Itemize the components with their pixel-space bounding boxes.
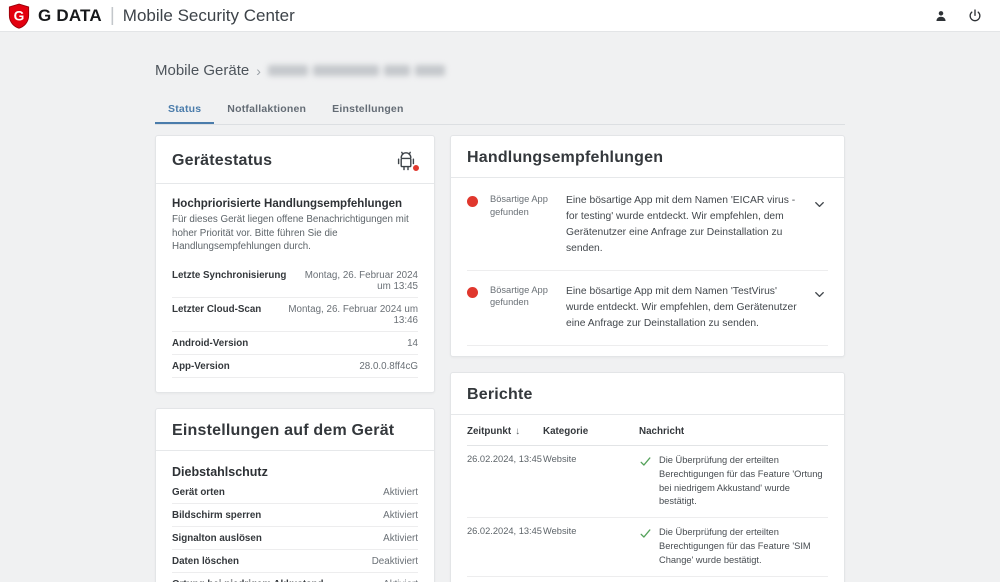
recommendations-list: Bösartige App gefunden Eine bösartige Ap… bbox=[451, 178, 844, 356]
column-header-nachricht: Nachricht bbox=[639, 426, 828, 437]
gdata-logo-icon: G bbox=[8, 3, 30, 29]
breadcrumb-separator: › bbox=[256, 63, 261, 79]
recommendation-category: Bösartige App gefunden bbox=[490, 284, 554, 332]
setting-row-label: Signalton auslösen bbox=[172, 533, 262, 544]
android-device-icon bbox=[394, 149, 418, 173]
svg-text:G: G bbox=[14, 8, 25, 23]
setting-row: Ortung bei niedrigem Akkustand Aktiviert bbox=[172, 573, 418, 582]
recommendation-item: Bösartige App gefunden Eine bösartige Ap… bbox=[467, 271, 828, 346]
section-diebstahlschutz: Diebstahlschutz bbox=[172, 465, 418, 479]
top-bar: G G DATA | Mobile Security Center bbox=[0, 0, 1000, 32]
check-icon bbox=[639, 455, 652, 468]
device-settings-card: Einstellungen auf dem Gerät Diebstahlsch… bbox=[155, 408, 435, 582]
recommendations-title: Handlungsempfehlungen bbox=[467, 149, 663, 167]
check-icon bbox=[639, 527, 652, 540]
tab-status[interactable]: Status bbox=[155, 95, 214, 124]
setting-row-label: Ortung bei niedrigem Akkustand bbox=[172, 579, 324, 582]
priority-alert-text: Für dieses Gerät liegen offene Benachric… bbox=[172, 213, 418, 254]
recommendation-message: Eine bösartige App mit dem Namen 'EICAR … bbox=[566, 193, 798, 257]
status-row-value: Montag, 26. Februar 2024 um 13:45 bbox=[294, 270, 418, 292]
status-row: Letzter Cloud-Scan Montag, 26. Februar 2… bbox=[172, 298, 418, 332]
user-icon bbox=[933, 8, 949, 24]
setting-row: Signalton auslösen Aktiviert bbox=[172, 527, 418, 550]
column-label: Zeitpunkt bbox=[467, 426, 511, 437]
status-row-label: Android-Version bbox=[172, 338, 248, 349]
theft-protection-list: Gerät orten Aktiviert Bildschirm sperren… bbox=[172, 481, 418, 582]
setting-row-label: Gerät orten bbox=[172, 487, 225, 498]
tab-bar: Status Notfallaktionen Einstellungen bbox=[155, 95, 845, 125]
column-header-zeitpunkt[interactable]: Zeitpunkt ↓ bbox=[467, 426, 543, 437]
status-row: Letzte Synchronisierung Montag, 26. Febr… bbox=[172, 264, 418, 298]
status-row-value: 28.0.0.8ff4cG bbox=[359, 361, 418, 372]
reports-table: Zeitpunkt ↓ Kategorie Nachricht 26.02.20… bbox=[451, 415, 844, 582]
status-row-label: App-Version bbox=[172, 361, 230, 372]
reports-card: Berichte Zeitpunkt ↓ Kategorie Nachricht… bbox=[450, 372, 845, 582]
reports-table-header: Zeitpunkt ↓ Kategorie Nachricht bbox=[467, 415, 828, 446]
report-row: 26.02.2024, 13:45 Website Die Überprüfun… bbox=[467, 446, 828, 519]
status-row-label: Letzte Synchronisierung bbox=[172, 270, 286, 281]
logout-button[interactable] bbox=[964, 5, 986, 27]
report-message: Die Überprüfung der erteilten Berechtigu… bbox=[659, 454, 828, 510]
setting-row-value: Aktiviert bbox=[383, 510, 418, 521]
title-separator: | bbox=[110, 5, 115, 27]
chevron-down-icon[interactable] bbox=[810, 286, 828, 304]
column-header-kategorie: Kategorie bbox=[543, 426, 639, 437]
setting-row-value: Aktiviert bbox=[383, 533, 418, 544]
setting-row-value: Deaktiviert bbox=[372, 556, 418, 567]
report-message: Die Überprüfung der erteilten Berechtigu… bbox=[659, 526, 828, 568]
status-row: Android-Version 14 bbox=[172, 332, 418, 355]
priority-alert-title: Hochpriorisierte Handlungsempfehlungen bbox=[172, 198, 418, 210]
device-status-title: Gerätestatus bbox=[172, 152, 272, 170]
setting-row: Gerät orten Aktiviert bbox=[172, 481, 418, 504]
status-row-label: Letzter Cloud-Scan bbox=[172, 304, 261, 315]
report-row: 26.02.2024, 13:45 Website Die Überprüfun… bbox=[467, 577, 828, 582]
device-settings-title: Einstellungen auf dem Gerät bbox=[172, 422, 394, 440]
report-category: Website bbox=[543, 454, 639, 510]
power-icon bbox=[967, 8, 983, 24]
chevron-down-icon[interactable] bbox=[810, 195, 828, 213]
setting-row-value: Aktiviert bbox=[383, 579, 418, 582]
recommendations-card: Handlungsempfehlungen Bösartige App gefu… bbox=[450, 135, 845, 357]
status-row-value: 14 bbox=[407, 338, 418, 349]
setting-row-value: Aktiviert bbox=[383, 487, 418, 498]
setting-row-label: Daten löschen bbox=[172, 556, 239, 567]
device-name-redacted bbox=[268, 65, 445, 76]
setting-row: Bildschirm sperren Aktiviert bbox=[172, 504, 418, 527]
recommendation-item: Bösartige App gefunden Eine bösartige Ap… bbox=[467, 180, 828, 271]
tab-notfallaktionen[interactable]: Notfallaktionen bbox=[214, 95, 319, 124]
tab-einstellungen[interactable]: Einstellungen bbox=[319, 95, 416, 124]
recommendation-category: Bösartige App gefunden bbox=[490, 193, 554, 257]
alert-badge bbox=[412, 164, 420, 172]
report-time: 26.02.2024, 13:45 bbox=[467, 526, 543, 568]
device-status-card: Gerätestatus bbox=[155, 135, 435, 393]
breadcrumb: Mobile Geräte › bbox=[155, 62, 845, 79]
report-row: 26.02.2024, 13:45 Website Die Überprüfun… bbox=[467, 518, 828, 577]
brand-name: G DATA bbox=[38, 6, 102, 26]
user-account-button[interactable] bbox=[930, 5, 952, 27]
alert-dot-icon bbox=[467, 287, 478, 298]
status-row-value: Montag, 26. Februar 2024 um 13:46 bbox=[269, 304, 418, 326]
status-row: App-Version 28.0.0.8ff4cG bbox=[172, 355, 418, 378]
recommendation-message: Eine bösartige App mit dem Namen 'TestVi… bbox=[566, 284, 798, 332]
reports-title: Berichte bbox=[467, 386, 533, 404]
breadcrumb-mobile-geraete[interactable]: Mobile Geräte bbox=[155, 62, 249, 79]
device-status-list: Letzte Synchronisierung Montag, 26. Febr… bbox=[172, 264, 418, 378]
product-name: Mobile Security Center bbox=[123, 6, 295, 26]
sort-desc-icon: ↓ bbox=[515, 426, 520, 437]
setting-row: Daten löschen Deaktiviert bbox=[172, 550, 418, 573]
report-category: Website bbox=[543, 526, 639, 568]
report-time: 26.02.2024, 13:45 bbox=[467, 454, 543, 510]
alert-dot-icon bbox=[467, 196, 478, 207]
setting-row-label: Bildschirm sperren bbox=[172, 510, 261, 521]
